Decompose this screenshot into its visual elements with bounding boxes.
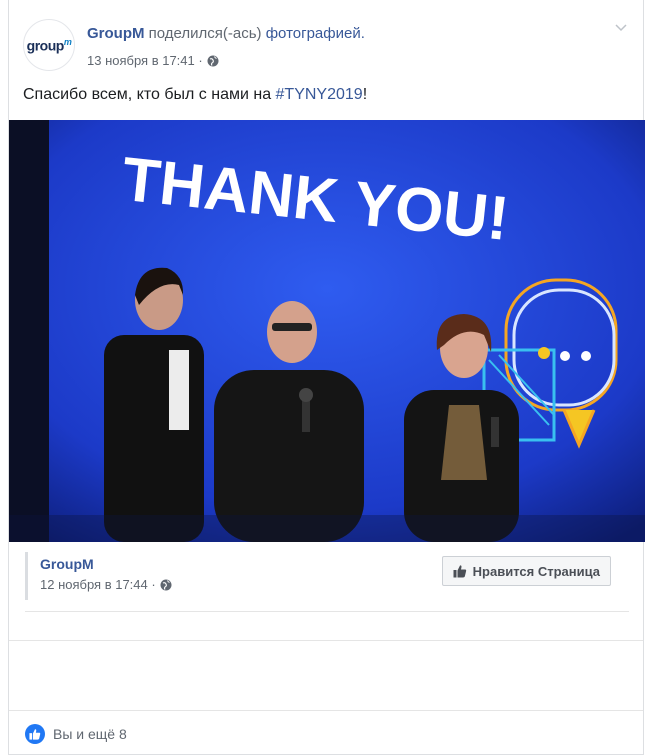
globe-icon[interactable] — [207, 55, 219, 67]
author-link[interactable]: GroupM — [87, 25, 145, 42]
like-reaction-icon — [25, 724, 45, 744]
action-text: поделился(-ась) — [144, 25, 266, 42]
attachment-timestamp[interactable]: 12 ноября в 17:44 · — [40, 577, 156, 592]
reactions-text: Вы и ещё 8 — [53, 726, 127, 742]
reactions-summary[interactable]: Вы и ещё 8 — [25, 724, 127, 744]
thumbs-up-icon — [453, 565, 466, 578]
globe-icon[interactable] — [160, 579, 172, 591]
divider — [25, 611, 629, 612]
thumbs-up-icon — [29, 729, 41, 740]
post-photo[interactable]: THANK YOU! — [9, 120, 645, 542]
divider — [9, 710, 643, 711]
hashtag-link[interactable]: #TYNY2019 — [276, 86, 363, 103]
attachment-meta: 12 ноября в 17:44 · — [40, 577, 172, 592]
divider — [9, 640, 643, 641]
avatar[interactable]: groupm — [23, 19, 75, 71]
groupm-logo: groupm — [26, 36, 72, 54]
post-card: groupm GroupM поделился(-ась) фотографие… — [8, 0, 645, 755]
post-timestamp[interactable]: 13 ноября в 17:41 · — [87, 53, 203, 68]
post-header: groupm GroupM поделился(-ась) фотографие… — [23, 19, 629, 75]
attachment-page-name[interactable]: GroupM — [40, 556, 94, 572]
shared-page-attachment: GroupM 12 ноября в 17:44 · Нравится Стра… — [25, 552, 631, 604]
chevron-down-icon[interactable] — [613, 19, 629, 35]
like-page-label: Нравится Страница — [472, 563, 600, 579]
post-caption: Спасибо всем, кто был с нами на #TYNY201… — [23, 86, 368, 103]
photo-link[interactable]: фотографией. — [266, 25, 365, 42]
attachment-bar — [25, 552, 28, 600]
post-meta: 13 ноября в 17:41 · — [87, 53, 219, 68]
post-header-line: GroupM поделился(-ась) фотографией. — [87, 25, 365, 42]
like-page-button[interactable]: Нравится Страница — [441, 556, 611, 586]
stage-photo-illustration: THANK YOU! — [9, 120, 645, 542]
